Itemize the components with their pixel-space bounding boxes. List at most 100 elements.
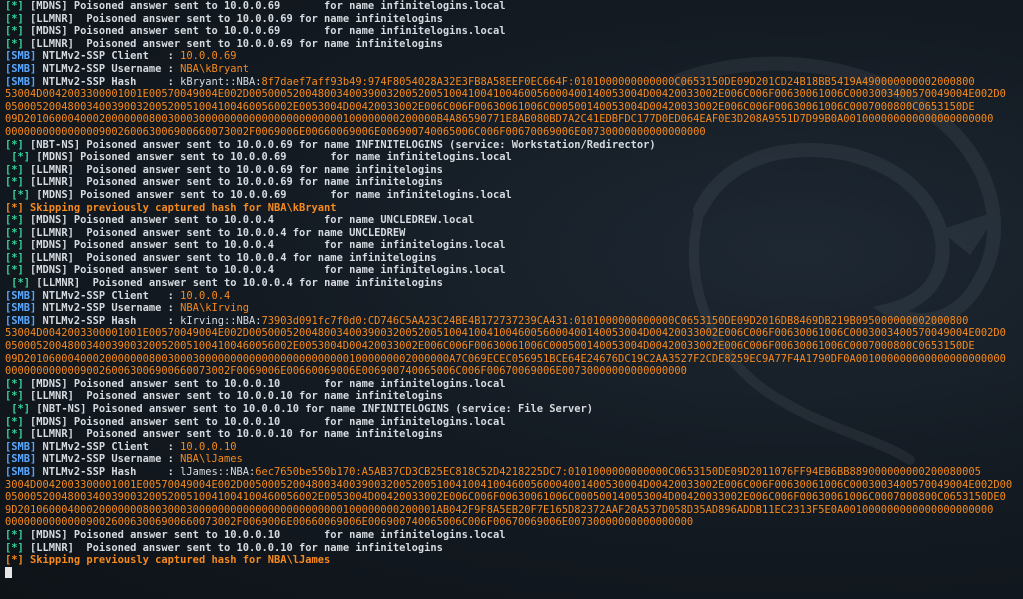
terminal-window: [*] [MDNS] Poisoned answer sent to 10.0.… — [0, 0, 1023, 599]
terminal-line: [*] [LLMNR] Poisoned answer sent to 10.0… — [5, 277, 1018, 290]
terminal-line: [SMB] NTLMv2-SSP Client : 10.0.0.4 — [5, 290, 1018, 303]
line-text: [LLMNR] Poisoned answer sent to 10.0.0.6… — [23, 176, 443, 189]
terminal-line: [*] [MDNS] Poisoned answer sent to 10.0.… — [5, 189, 1018, 202]
line-text: NTLMv2-SSP Hash : — [36, 314, 181, 327]
line-tag: [*] — [5, 264, 24, 277]
line-text: [LLMNR] Poisoned answer sent to 10.0.0.6… — [23, 12, 443, 25]
terminal-line: [*] [LLMNR] Poisoned answer sent to 10.0… — [5, 176, 1018, 189]
hash-user: kBryant::NBA: — [180, 75, 262, 88]
line-tag: [*] — [11, 188, 31, 201]
terminal-line: 0000000000000900260063006900660073002F00… — [5, 516, 1018, 529]
terminal-line: [*] [MDNS] Poisoned answer sent to 10.0.… — [5, 0, 1018, 13]
terminal-line: [*] [MDNS] Poisoned answer sent to 10.0.… — [5, 416, 1018, 429]
terminal-line: [*] Skipping previously captured hash fo… — [5, 202, 1018, 215]
terminal-line: 53004D0042003300001001E00570049004E002D0… — [5, 88, 1018, 101]
line-text: [LLMNR] Poisoned answer sent to 10.0.0.4… — [23, 226, 406, 239]
terminal-line: [*] [MDNS] Poisoned answer sent to 10.0.… — [5, 25, 1018, 38]
line-tag: [*] — [5, 176, 24, 189]
hash-continuation: 0500052004800340039003200520051004100460… — [5, 340, 975, 353]
line-tag: [*] — [5, 554, 24, 567]
hash-continuation: 09D2010600040002000000080030003000000000… — [5, 352, 1006, 365]
line-text: NTLMv2-SSP Username : — [36, 453, 181, 466]
prompt-line — [5, 567, 1018, 580]
line-tag: [SMB] — [5, 75, 37, 88]
field-value: NBA\kBryant — [180, 62, 249, 75]
hash-user: lJames::NBA: — [180, 465, 256, 478]
field-value: 10.0.0.69 — [180, 50, 237, 63]
line-tag: [SMB] — [5, 62, 37, 75]
terminal-line: [*] [MDNS] Poisoned answer sent to 10.0.… — [5, 264, 1018, 277]
line-text: NTLMv2-SSP Username : — [36, 62, 181, 75]
terminal-line: [*] [LLMNR] Poisoned answer sent to 10.0… — [5, 164, 1018, 177]
terminal-line: [*] [MDNS] Poisoned answer sent to 10.0.… — [5, 214, 1018, 227]
line-tag: [SMB] — [5, 50, 37, 63]
line-tag: [*] — [5, 428, 24, 441]
line-text: [LLMNR] Poisoned answer sent to 10.0.0.4… — [30, 277, 443, 290]
line-tag: [*] — [5, 251, 24, 264]
field-value: 10.0.0.4 — [180, 289, 231, 302]
line-text: [MDNS] Poisoned answer sent to 10.0.0.69… — [23, 0, 506, 12]
line-tag: [*] — [5, 226, 24, 239]
line-text: NTLMv2-SSP Client : — [36, 289, 181, 302]
hash-value: 8f7daef7aff93b49:974F8054028A32E3FB8A58E… — [261, 75, 975, 88]
line-text: [MDNS] Poisoned answer sent to 10.0.0.4 … — [23, 214, 475, 227]
field-value: 10.0.0.10 — [180, 440, 237, 453]
terminal-line: [*] Skipping previously captured hash fo… — [5, 554, 1018, 567]
line-tag: [*] — [5, 415, 24, 428]
terminal-line: [*] [LLMNR] Poisoned answer sent to 10.0… — [5, 542, 1018, 555]
terminal-line: [*] [MDNS] Poisoned answer sent to 10.0.… — [5, 151, 1018, 164]
terminal-output[interactable]: [*] [MDNS] Poisoned answer sent to 10.0.… — [5, 0, 1018, 599]
hash-continuation: 53004D0042003300001001E00570049004E002D0… — [5, 88, 1006, 101]
terminal-line: 53004D0042003300001001E00570049004E002D0… — [5, 327, 1018, 340]
line-tag: [SMB] — [5, 314, 37, 327]
hash-continuation: 0500052004800340039003200520051004100410… — [5, 491, 1006, 504]
line-tag: [*] — [5, 201, 24, 214]
terminal-line: 000000000000900260063006900660073002F006… — [5, 365, 1018, 378]
terminal-line: [*] [LLMNR] Poisoned answer sent to 10.0… — [5, 13, 1018, 26]
hash-continuation: 53004D0042003300001001E00570049004E002D0… — [5, 327, 1006, 340]
terminal-line: [SMB] NTLMv2-SSP Client : 10.0.0.69 — [5, 50, 1018, 63]
warning-text: Skipping previously captured hash for NB… — [23, 554, 331, 567]
field-value: NBA\kIrving — [180, 302, 249, 315]
hash-continuation: 09D2010600040002000000080030003000000000… — [5, 113, 994, 126]
cursor-icon — [5, 567, 12, 579]
line-tag: [SMB] — [5, 289, 37, 302]
terminal-line: [*] [MDNS] Poisoned answer sent to 10.0.… — [5, 239, 1018, 252]
line-tag: [*] — [11, 277, 31, 290]
terminal-line: [*] [MDNS] Poisoned answer sent to 10.0.… — [5, 378, 1018, 391]
line-tag: [*] — [5, 0, 24, 12]
line-tag: [*] — [5, 214, 24, 227]
line-tag: [*] — [5, 25, 24, 38]
line-tag: [*] — [5, 528, 24, 541]
terminal-line: [SMB] NTLMv2-SSP Username : NBA\kIrving — [5, 302, 1018, 315]
hash-user: kIrving::NBA: — [180, 314, 262, 327]
hash-continuation: 3004D0042003300001001E00570049004E002D00… — [5, 478, 1013, 491]
line-text: [MDNS] Poisoned answer sent to 10.0.0.4 … — [23, 264, 506, 277]
terminal-line: [SMB] NTLMv2-SSP Hash : kBryant::NBA:8f7… — [5, 76, 1018, 89]
line-tag: [*] — [5, 377, 24, 390]
line-tag: [SMB] — [5, 465, 37, 478]
line-tag: [*] — [5, 37, 24, 50]
line-text: [NBT-NS] Poisoned answer sent to 10.0.0.… — [30, 403, 594, 415]
terminal-line: 0500052004800340039003200520051004100410… — [5, 491, 1018, 504]
line-tag: [*] — [11, 151, 31, 164]
terminal-line: 09D2010600040002000000080030003000000000… — [5, 353, 1018, 366]
line-tag: [*] — [5, 12, 24, 25]
line-text: [MDNS] Poisoned answer sent to 10.0.0.69… — [30, 151, 512, 164]
terminal-line: 09D2010600040002000000080030003000000000… — [5, 113, 1018, 126]
line-text: [MDNS] Poisoned answer sent to 10.0.0.69… — [23, 25, 506, 38]
line-tag: [*] — [5, 541, 24, 554]
terminal-line: 000000000000000900260063006900660073002F… — [5, 126, 1018, 139]
line-text: [NBT-NS] Poisoned answer sent to 10.0.0.… — [23, 138, 656, 151]
line-text: [LLMNR] Poisoned answer sent to 10.0.0.6… — [23, 37, 443, 50]
line-tag: [SMB] — [5, 440, 37, 453]
hash-continuation: 0500052004800340039003200520051004100460… — [5, 100, 975, 113]
terminal-line: [SMB] NTLMv2-SSP Hash : lJames::NBA:6ec7… — [5, 466, 1018, 479]
line-text: [LLMNR] Poisoned answer sent to 10.0.0.1… — [23, 541, 443, 554]
line-tag: [*] — [5, 390, 24, 403]
terminal-line: [*] [LLMNR] Poisoned answer sent to 10.0… — [5, 428, 1018, 441]
terminal-line: [*] [LLMNR] Poisoned answer sent to 10.0… — [5, 227, 1018, 240]
terminal-line: 0500052004800340039003200520051004100460… — [5, 101, 1018, 114]
line-tag: [*] — [5, 239, 24, 252]
line-text: [LLMNR] Poisoned answer sent to 10.0.0.6… — [23, 163, 443, 176]
